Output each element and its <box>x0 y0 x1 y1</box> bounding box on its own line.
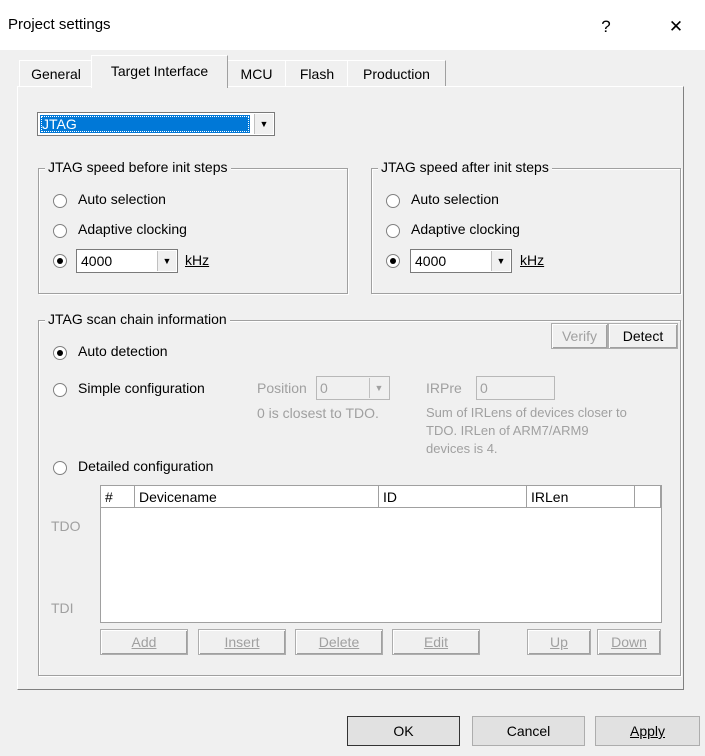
speed-before-unit: kHz <box>185 252 210 268</box>
position-select[interactable]: 0 ▼ <box>316 376 390 400</box>
simple-config-label: Simple configuration <box>78 380 205 396</box>
scan-chain-legend: JTAG scan chain information <box>45 311 230 327</box>
window-title: Project settings <box>8 16 111 33</box>
insert-button[interactable]: Insert <box>198 629 286 655</box>
down-button-label: Down <box>611 634 647 650</box>
interface-select[interactable]: JTAG ▼ <box>37 112 275 136</box>
speed-after-auto-radio[interactable] <box>386 194 400 208</box>
speed-after-auto-label: Auto selection <box>411 191 499 207</box>
position-value: 0 <box>320 380 328 396</box>
auto-detection-label: Auto detection <box>78 343 168 359</box>
apply-button[interactable]: Apply <box>595 716 700 746</box>
apply-button-label: Apply <box>629 723 666 739</box>
column-header-devicename[interactable]: Devicename <box>135 486 379 508</box>
speed-after-value: 4000 <box>415 253 447 269</box>
tab-mcu[interactable]: MCU <box>226 60 287 87</box>
chevron-down-icon: ▼ <box>491 251 510 271</box>
edit-button-label: Edit <box>423 634 449 650</box>
irpre-hint-line-1: Sum of IRLens of devices closer to <box>426 405 627 420</box>
tdi-label: TDI <box>51 600 74 616</box>
tab-production[interactable]: Production <box>347 60 446 87</box>
chevron-down-icon: ▼ <box>254 114 273 134</box>
insert-button-label: Insert <box>224 634 260 650</box>
speed-after-select[interactable]: 4000 ▼ <box>410 249 512 273</box>
detailed-config-radio[interactable] <box>53 461 67 475</box>
delete-button-label: Delete <box>318 634 360 650</box>
delete-button[interactable]: Delete <box>295 629 383 655</box>
tdo-label: TDO <box>51 518 81 534</box>
verify-button[interactable]: Verify <box>551 323 608 349</box>
edit-button[interactable]: Edit <box>392 629 480 655</box>
down-button[interactable]: Down <box>597 629 661 655</box>
position-hint: 0 is closest to TDO. <box>257 405 379 421</box>
ok-button[interactable]: OK <box>347 716 460 746</box>
column-header-number[interactable]: # <box>101 486 135 508</box>
cancel-button[interactable]: Cancel <box>472 716 585 746</box>
interface-select-value: JTAG <box>40 115 250 133</box>
up-button-label: Up <box>550 634 568 650</box>
speed-before-select[interactable]: 4000 ▼ <box>76 249 178 273</box>
add-button[interactable]: Add <box>100 629 188 655</box>
close-button[interactable]: ✕ <box>653 10 699 44</box>
column-header-id[interactable]: ID <box>379 486 527 508</box>
simple-config-radio[interactable] <box>53 383 67 397</box>
detailed-config-label: Detailed configuration <box>78 458 214 474</box>
device-table[interactable]: # Devicename ID IRLen <box>100 485 662 623</box>
tab-flash[interactable]: Flash <box>285 60 349 87</box>
irpre-field[interactable]: 0 <box>476 376 555 400</box>
column-header-irlen[interactable]: IRLen <box>527 486 635 508</box>
speed-before-legend: JTAG speed before init steps <box>45 159 231 175</box>
speed-before-value: 4000 <box>81 253 113 269</box>
speed-before-speed-radio[interactable] <box>53 254 67 268</box>
add-button-label: Add <box>131 634 157 650</box>
speed-after-speed-radio[interactable] <box>386 254 400 268</box>
irpre-hint-line-2: TDO. IRLen of ARM7/ARM9 <box>426 423 589 438</box>
tab-target-interface[interactable]: Target Interface <box>91 55 228 88</box>
speed-before-auto-radio[interactable] <box>53 194 67 208</box>
irpre-hint-line-3: devices is 4. <box>426 441 498 456</box>
detect-button[interactable]: Detect <box>608 323 678 349</box>
chevron-down-icon: ▼ <box>157 251 176 271</box>
column-header-filler <box>635 486 661 508</box>
speed-after-unit: kHz <box>520 252 545 268</box>
position-label: Position <box>257 380 307 396</box>
irpre-label: IRPre <box>426 380 462 396</box>
speed-after-adaptive-label: Adaptive clocking <box>411 221 520 237</box>
auto-detection-radio[interactable] <box>53 346 67 360</box>
up-button[interactable]: Up <box>527 629 591 655</box>
speed-before-adaptive-radio[interactable] <box>53 224 67 238</box>
speed-after-legend: JTAG speed after init steps <box>378 159 552 175</box>
speed-before-auto-label: Auto selection <box>78 191 166 207</box>
speed-after-adaptive-radio[interactable] <box>386 224 400 238</box>
tab-general[interactable]: General <box>19 60 93 87</box>
chevron-down-icon: ▼ <box>369 378 388 398</box>
help-button[interactable]: ? <box>583 10 629 44</box>
speed-before-adaptive-label: Adaptive clocking <box>78 221 187 237</box>
